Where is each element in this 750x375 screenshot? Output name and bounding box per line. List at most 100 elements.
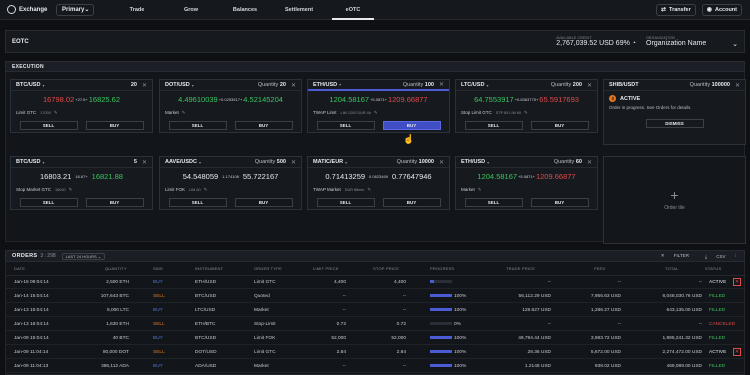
- col-stop-price[interactable]: STOP PRICE: [373, 266, 399, 271]
- cancel-order-icon[interactable]: ✕: [733, 348, 741, 356]
- close-icon[interactable]: ✕: [142, 159, 147, 166]
- nav-trade[interactable]: Trade: [110, 0, 164, 20]
- chevron-down-icon[interactable]: ▾: [42, 160, 44, 165]
- nav-grow[interactable]: Grow: [164, 0, 218, 20]
- chevron-down-icon[interactable]: ▾: [486, 83, 488, 88]
- buy-button[interactable]: BUY: [234, 197, 293, 207]
- close-icon[interactable]: ✕: [142, 82, 147, 89]
- csv-button[interactable]: ⤓ CSV: [697, 254, 726, 259]
- period-select[interactable]: LAST 24 HOURS ⌄: [61, 252, 106, 260]
- table-row[interactable]: Jan-14 15:04:14 107,643 BTC SELL BTC/USD Quo…: [6, 290, 746, 303]
- tile-quantity[interactable]: Quantity 200: [551, 82, 582, 88]
- tile-order-type[interactable]: Stop Market GTC 16000 ✎: [11, 184, 152, 195]
- tile-symbol[interactable]: ETH/USD: [313, 82, 337, 88]
- tile-order-type[interactable]: Stop Limit GTC STP 65 LIM 60 ✎: [456, 107, 597, 118]
- col-status[interactable]: STATUS: [705, 266, 721, 271]
- chevron-down-icon[interactable]: ▾: [339, 82, 341, 87]
- table-row[interactable]: Jan-09 15:04:14 40 BTC BUY BTC/USD Limit FOK…: [6, 332, 746, 345]
- account-button[interactable]: ◉ Account: [701, 3, 742, 16]
- sell-button[interactable]: SELL: [316, 120, 375, 130]
- table-row[interactable]: Jan-15 09:04:14 2,500 ETH BUY ETH/USD Limit …: [6, 276, 746, 289]
- tile-order-type[interactable]: TWAP Limit LIM 1200 DUR 4h ✎: [308, 107, 449, 118]
- nav-eotc[interactable]: eOTC: [326, 0, 380, 20]
- close-icon[interactable]: ✕: [439, 159, 444, 166]
- chevron-down-icon[interactable]: ▾: [345, 160, 347, 165]
- tile-quantity[interactable]: Quantity 20: [258, 82, 286, 88]
- table-row[interactable]: Jan-13 15:04:14 5,000 LTC BUY LTC/USD Market…: [6, 304, 746, 317]
- tile-symbol[interactable]: DOT/USD: [165, 82, 190, 88]
- col-date[interactable]: DATE: [14, 266, 25, 271]
- close-icon[interactable]: ✕: [587, 159, 592, 166]
- app-logo[interactable]: Exchange: [0, 5, 52, 14]
- table-row[interactable]: Jan-13 16:04:14 1,630 ETH SELL ETH/BTC Stop-…: [6, 318, 746, 331]
- tile-order-type[interactable]: Limit FOK LIM 60 ✎: [160, 184, 301, 195]
- close-icon[interactable]: ✕: [291, 82, 296, 89]
- tile-order-type[interactable]: Limit GTC 17000 ✎: [11, 107, 152, 118]
- tile-order-type[interactable]: TWAP Market DUR 88min ✎: [308, 184, 449, 195]
- tile-symbol[interactable]: LTC/USD: [461, 82, 484, 88]
- buy-button[interactable]: BUY: [382, 197, 441, 207]
- col-order-type[interactable]: ORDER TYPE: [254, 266, 282, 271]
- tile-symbol[interactable]: MATIC/EUR: [313, 159, 343, 165]
- dismiss-button[interactable]: DISMISS: [645, 119, 704, 128]
- buy-button[interactable]: BUY: [234, 120, 293, 130]
- tile-order-type[interactable]: Market ✎: [456, 184, 597, 195]
- edit-icon[interactable]: ✎: [69, 187, 73, 193]
- tile-order-type[interactable]: Market ✎: [160, 107, 301, 118]
- tile-quantity[interactable]: Quantity 100: [403, 82, 434, 88]
- sell-button[interactable]: SELL: [464, 120, 523, 130]
- chevron-down-icon[interactable]: ▾: [487, 160, 489, 165]
- buy-button[interactable]: BUY: [530, 197, 589, 207]
- more-icon[interactable]: ⋮: [734, 253, 739, 259]
- tile-symbol[interactable]: AAVE/USDC: [165, 159, 197, 165]
- chevron-down-icon[interactable]: ▾: [42, 83, 44, 88]
- sell-button[interactable]: SELL: [464, 197, 523, 207]
- close-icon[interactable]: ✕: [735, 82, 740, 89]
- edit-icon[interactable]: ✎: [374, 110, 378, 116]
- tile-symbol[interactable]: BTC/USD: [16, 159, 40, 165]
- sell-button[interactable]: SELL: [168, 120, 227, 130]
- buy-button[interactable]: BUY: [85, 197, 144, 207]
- filter-button[interactable]: ✕ FILTER: [653, 253, 689, 259]
- buy-button[interactable]: BUY: [382, 120, 441, 130]
- transfer-button[interactable]: ⇄ Transfer: [656, 3, 696, 16]
- organization-select[interactable]: ORGANIZATION Organization Name ⌄: [646, 36, 738, 48]
- edit-icon[interactable]: ✎: [524, 110, 528, 116]
- table-row[interactable]: Jan-09 11:04:13 386,112 ADA BUY ADA/USD Mark…: [6, 360, 746, 373]
- tile-quantity[interactable]: 20: [131, 82, 137, 88]
- edit-icon[interactable]: ✎: [54, 110, 58, 116]
- sell-button[interactable]: SELL: [168, 197, 227, 207]
- col-quantity[interactable]: QUANTITY: [105, 266, 127, 271]
- tile-quantity[interactable]: Quantity 500: [255, 159, 286, 165]
- col-progress[interactable]: PROGRESS: [430, 266, 454, 271]
- sell-button[interactable]: SELL: [19, 197, 78, 207]
- table-row[interactable]: Jan-09 11:04:14 80,000 DOT SELL DOT/USD Limi…: [6, 346, 746, 359]
- col-limit-price[interactable]: LIMIT PRICE: [313, 266, 339, 271]
- tile-quantity[interactable]: 5: [134, 159, 137, 165]
- tile-quantity[interactable]: Quantity 60: [554, 159, 582, 165]
- chevron-down-icon[interactable]: ▾: [192, 83, 194, 88]
- tile-symbol[interactable]: BTC/USD: [16, 82, 40, 88]
- edit-icon[interactable]: ✎: [478, 187, 482, 193]
- tile-symbol[interactable]: ETH/USD: [461, 159, 485, 165]
- col-trade-price[interactable]: TRADE PRICE: [506, 266, 535, 271]
- col-instrument[interactable]: INSTRUMENT: [195, 266, 223, 271]
- sell-button[interactable]: SELL: [316, 197, 375, 207]
- buy-button[interactable]: BUY: [85, 120, 144, 130]
- close-icon[interactable]: ✕: [439, 81, 444, 88]
- chevron-down-icon[interactable]: ▾: [199, 160, 201, 165]
- edit-icon[interactable]: ✎: [182, 110, 186, 116]
- buy-button[interactable]: BUY: [530, 120, 589, 130]
- nav-settlement[interactable]: Settlement: [272, 0, 326, 20]
- col-fees[interactable]: FEES: [594, 266, 605, 271]
- sell-button[interactable]: SELL: [19, 120, 78, 130]
- close-icon[interactable]: ✕: [587, 82, 592, 89]
- edit-icon[interactable]: ✎: [204, 187, 208, 193]
- col-side[interactable]: SIDE: [153, 266, 163, 271]
- edit-icon[interactable]: ✎: [367, 187, 371, 193]
- account-select[interactable]: Primary ⌄: [56, 3, 94, 16]
- close-icon[interactable]: ✕: [291, 159, 296, 166]
- col-total[interactable]: TOTAL: [665, 266, 679, 271]
- nav-balances[interactable]: Balances: [218, 0, 272, 20]
- cancel-order-icon[interactable]: ✕: [733, 278, 741, 286]
